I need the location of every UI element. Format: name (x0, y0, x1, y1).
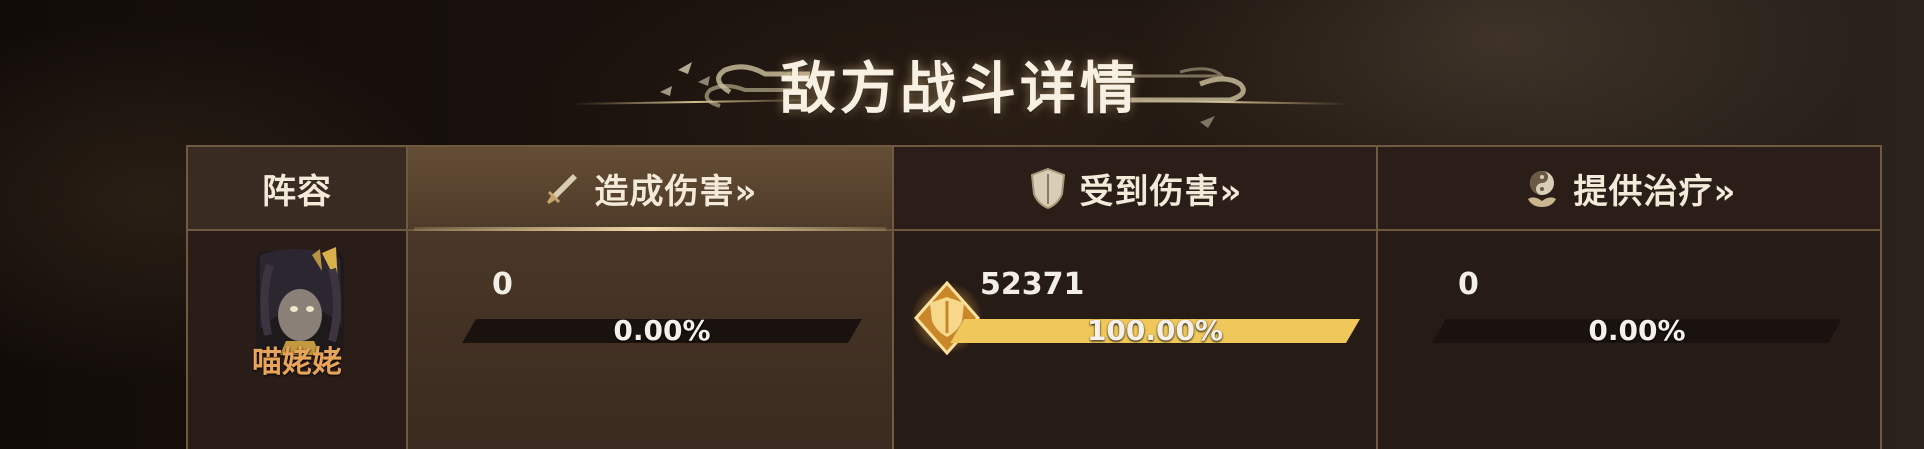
column-divider (892, 147, 894, 449)
sword-icon (543, 168, 583, 208)
damage-taken-cell: 52371 100.00% (894, 231, 1376, 449)
yin-yang-lotus-icon (1522, 167, 1562, 209)
header-lineup-label: 阵容 (262, 171, 332, 212)
healing-percent: 0.00% (1588, 314, 1686, 347)
healing-value: 0 (1458, 267, 1479, 302)
damage-dealt-percent: 0.00% (613, 314, 711, 347)
tab-healing-label: 提供治疗» (1573, 171, 1737, 212)
lineup-cell: 喵姥姥 (188, 231, 406, 449)
damage-dealt-cell: 0 0.00% (408, 231, 892, 449)
damage-taken-bar: 100.00% (950, 317, 1360, 345)
battle-details-panel: 敌方战斗详情 阵容 造成伤害» 受到伤害» 提供治疗» 喵姥姥 0 0.00% … (0, 0, 1924, 449)
tab-damage-taken[interactable]: 受到伤害» (894, 147, 1376, 231)
healing-bar: 0.00% (1432, 317, 1842, 345)
damage-taken-value: 52371 (980, 267, 1085, 302)
tab-damage-dealt-label: 造成伤害» (594, 171, 758, 212)
healing-cell: 0 0.00% (1378, 231, 1880, 449)
damage-dealt-bar: 0.00% (462, 317, 862, 345)
tab-damage-taken-label: 受到伤害» (1079, 171, 1243, 212)
column-divider (406, 147, 408, 449)
shield-icon (1028, 166, 1068, 210)
page-title: 敌方战斗详情 (780, 57, 1140, 122)
damage-taken-percent: 100.00% (1086, 314, 1224, 347)
stats-table: 阵容 造成伤害» 受到伤害» 提供治疗» 喵姥姥 0 0.00% 52371 1… (186, 145, 1882, 449)
damage-dealt-value: 0 (492, 267, 513, 302)
column-divider (1376, 147, 1378, 449)
header-lineup: 阵容 (188, 147, 406, 231)
hero-name: 喵姥姥 (252, 345, 342, 380)
title-banner: 敌方战斗详情 (560, 22, 1360, 132)
tab-damage-dealt[interactable]: 造成伤害» (408, 147, 892, 231)
tab-healing[interactable]: 提供治疗» (1378, 147, 1880, 231)
